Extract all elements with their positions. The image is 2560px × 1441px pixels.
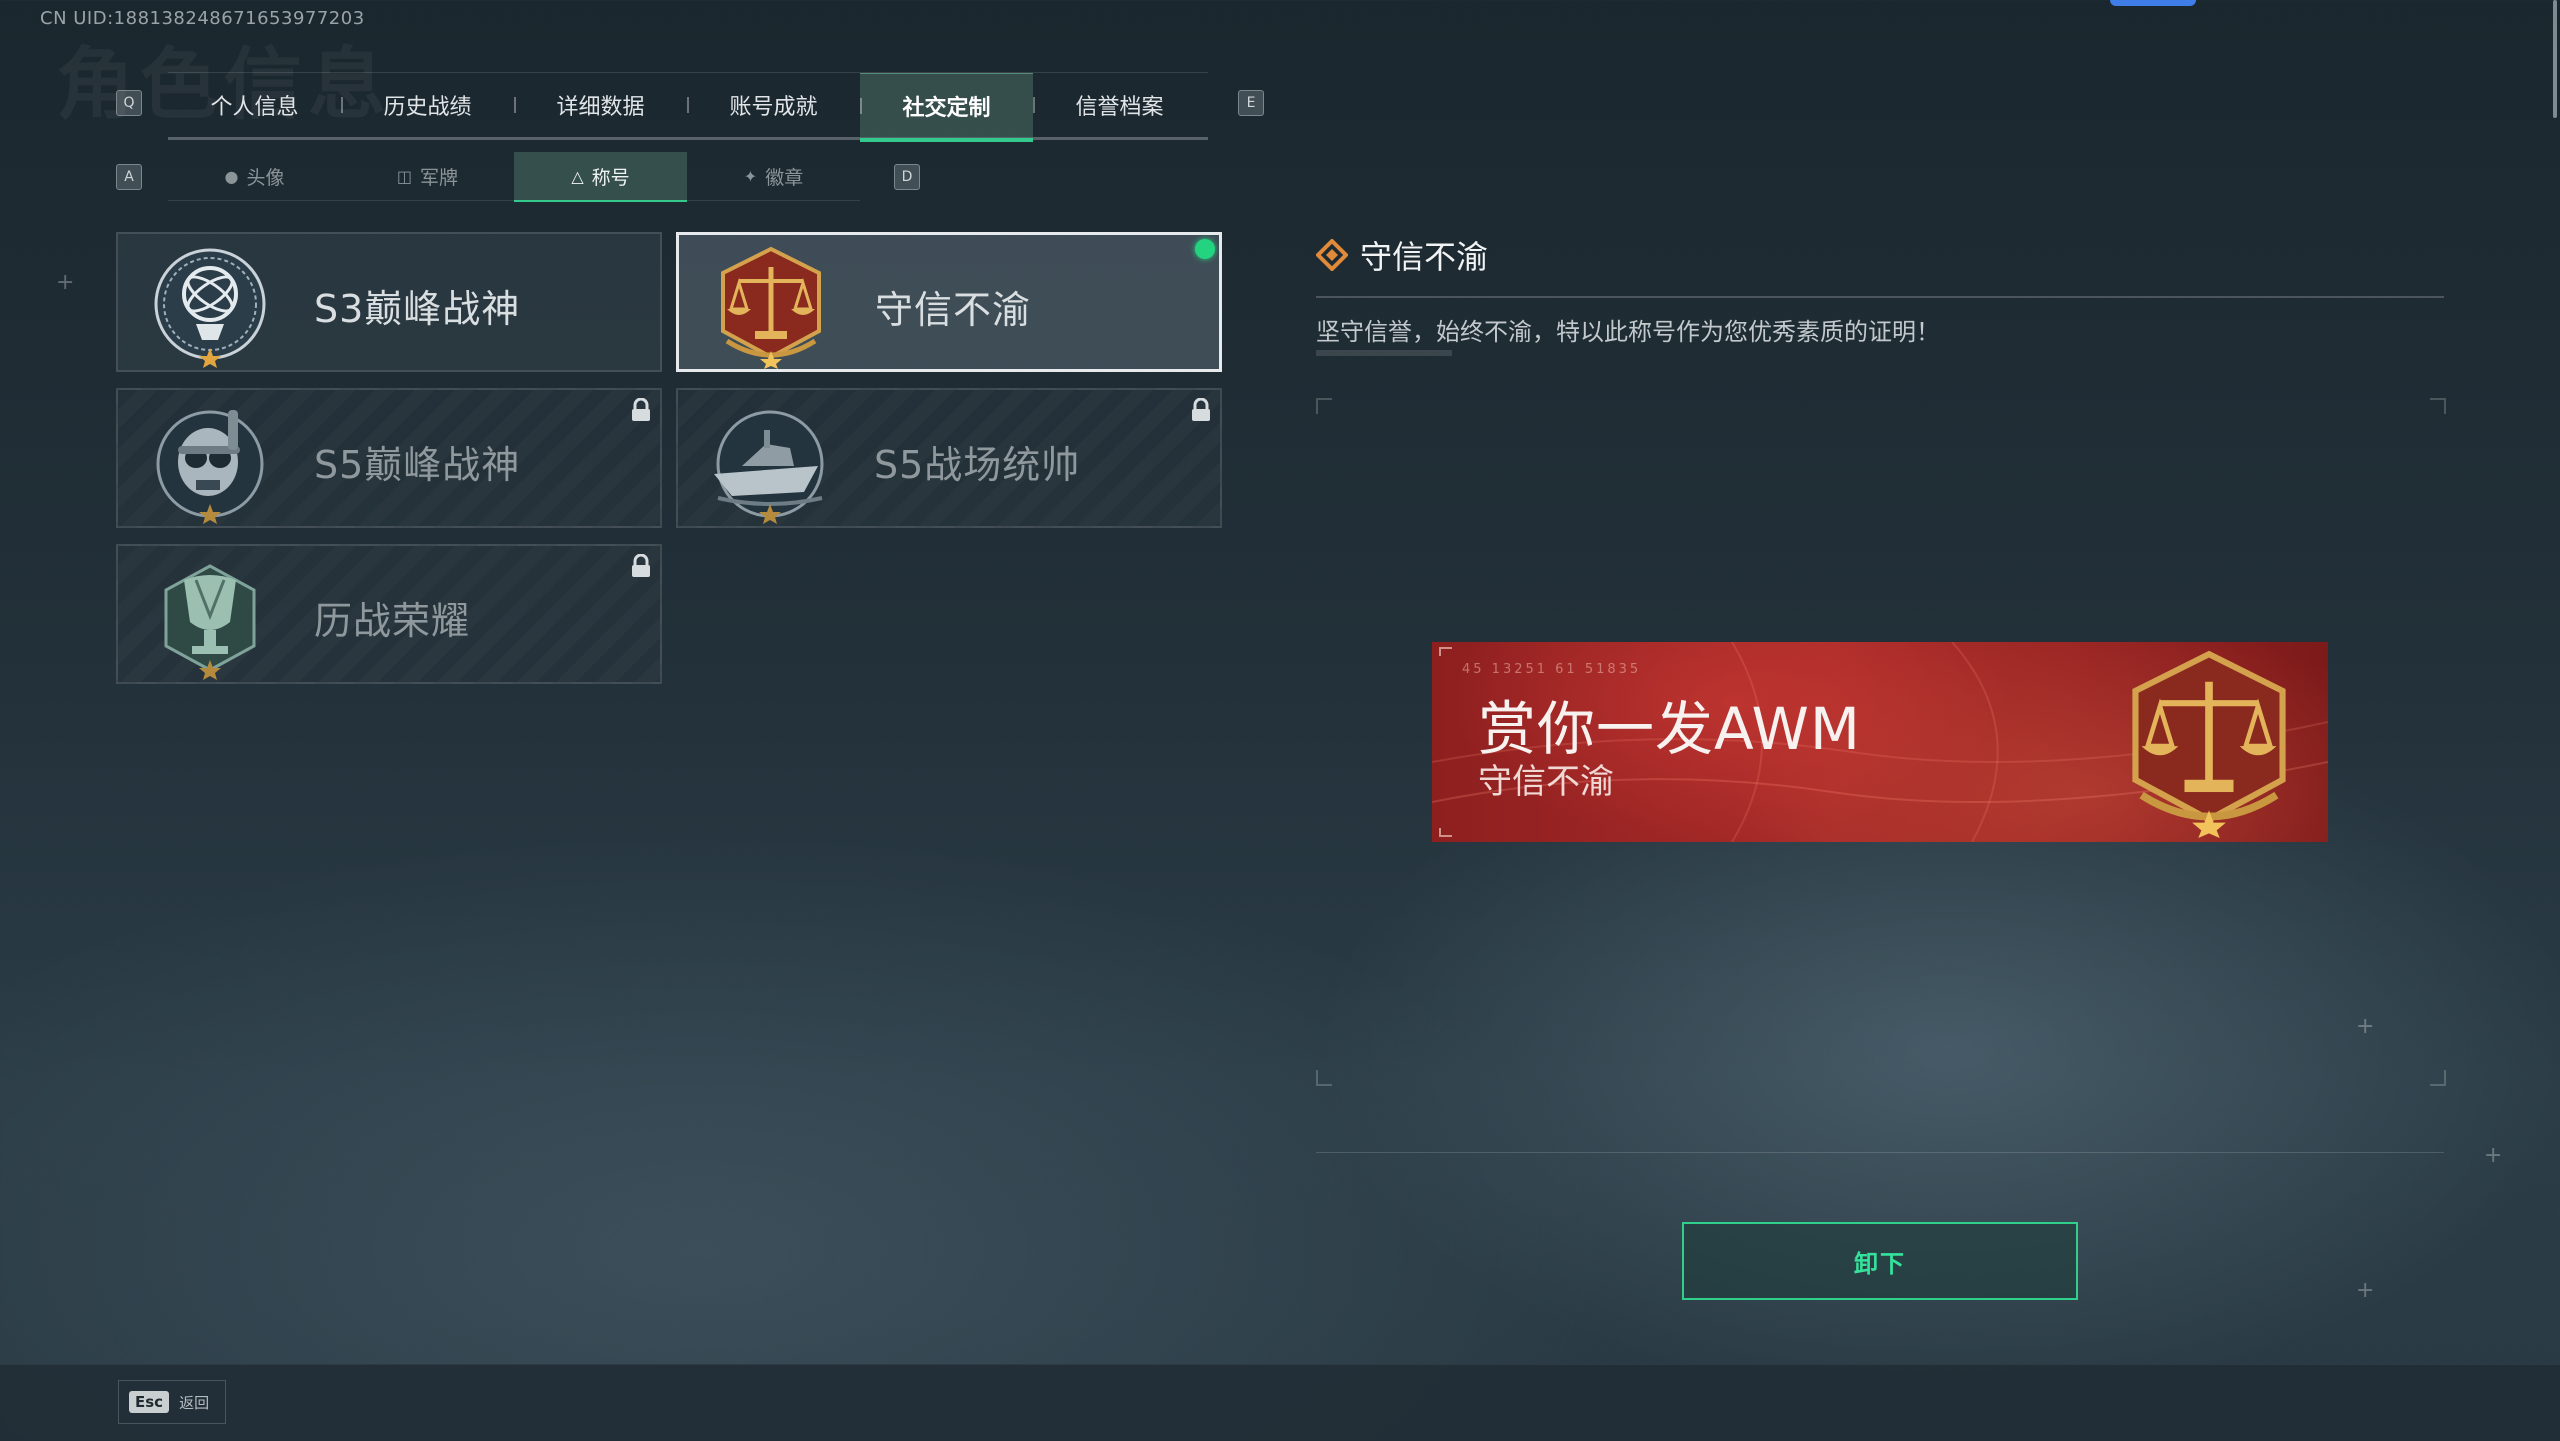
frame-corner (2430, 398, 2446, 414)
next-sub-tab-key[interactable]: D (894, 164, 920, 190)
title-card-label: S5战场统帅 (874, 443, 1081, 487)
title-card-label: 历战荣耀 (314, 599, 471, 643)
prev-sub-tab-key[interactable]: A (116, 164, 142, 190)
frame-corner (1316, 1070, 1332, 1086)
tab-match-history[interactable]: 历史战绩 (341, 73, 514, 137)
tab-personal-info[interactable]: 个人信息 (168, 73, 341, 137)
detail-header: 守信不渝 (1316, 232, 1488, 278)
trophy-emblem-icon (164, 564, 256, 680)
detail-title: 守信不渝 (1360, 238, 1489, 276)
title-card-label: 守信不渝 (875, 288, 1032, 332)
title-card-veteran-glory[interactable]: 历战荣耀 (116, 544, 662, 684)
next-main-tab-key[interactable]: E (1238, 90, 1264, 116)
main-tab-bar: 个人信息 历史战绩 详细数据 账号成就 社交定制 信誉档案 (168, 72, 1208, 142)
scales-emblem-icon (721, 246, 821, 369)
tab-detailed-data[interactable]: 详细数据 (514, 73, 687, 137)
back-label: 返回 (179, 1393, 210, 1412)
unequip-button[interactable]: 卸下 (1682, 1222, 2078, 1300)
equipped-indicator (1195, 239, 1215, 259)
title-card-s3-peak-war-god[interactable]: S3巅峰战神 (116, 232, 662, 372)
title-banner-preview: 45 13251 61 51835 赏你一发AWM 守信不渝 (1432, 642, 2328, 842)
crosshair-decoration: + (2484, 1143, 2503, 1168)
person-icon: ● (224, 166, 239, 186)
title-card-s5-battlefield-commander[interactable]: S5战场统帅 (676, 388, 1222, 528)
footer-bar (0, 1364, 2560, 1441)
title-card-s5-peak-war-god[interactable]: S5巅峰战神 (116, 388, 662, 528)
badge-icon: ✦ (743, 166, 758, 186)
subtab-title[interactable]: △ 称号 (514, 152, 687, 202)
subtab-label: 头像 (246, 166, 285, 189)
crosshair-decoration: + (2356, 1278, 2375, 1303)
back-button[interactable]: Esc 返回 (118, 1380, 226, 1424)
divider (1316, 350, 1452, 356)
sub-tab-bar: ● 头像 ◫ 军牌 △ 称号 ✦ 徽章 (168, 152, 860, 202)
lock-icon (632, 398, 650, 421)
banner-code: 45 13251 61 51835 (1462, 662, 1642, 677)
gyroscope-emblem-icon (154, 248, 266, 368)
title-card-keep-faith[interactable]: 守信不渝 (676, 232, 1222, 372)
title-card-label: S5巅峰战神 (314, 443, 521, 487)
detail-description: 坚守信誉，始终不渝，特以此称号作为您优秀素质的证明！ (1316, 318, 1940, 346)
banner-title: 守信不渝 (1478, 762, 1614, 802)
title-icon: △ (571, 166, 584, 186)
divider (1316, 1152, 2444, 1153)
title-diamond-icon (1316, 239, 1348, 271)
scales-emblem-icon (2132, 650, 2286, 838)
dogtag-icon: ◫ (396, 166, 413, 186)
divider (1316, 296, 2444, 298)
subtab-dogtag[interactable]: ◫ 军牌 (341, 152, 514, 200)
frame-corner (2430, 1070, 2446, 1086)
skull-emblem-icon (156, 410, 264, 524)
subtab-avatar[interactable]: ● 头像 (168, 152, 341, 200)
subtab-badge[interactable]: ✦ 徽章 (687, 152, 860, 200)
subtab-label: 称号 (591, 166, 630, 189)
tab-credit-record[interactable]: 信誉档案 (1033, 73, 1206, 137)
tab-achievements[interactable]: 账号成就 (687, 73, 860, 137)
crosshair-decoration: + (2356, 1014, 2375, 1039)
tab-social-custom[interactable]: 社交定制 (860, 73, 1033, 142)
lock-icon (1192, 398, 1210, 421)
esc-key: Esc (129, 1391, 170, 1413)
title-card-label: S3巅峰战神 (314, 287, 521, 331)
lock-icon (632, 554, 650, 577)
subtab-label: 徽章 (765, 166, 804, 189)
prev-main-tab-key[interactable]: Q (116, 90, 142, 116)
boat-emblem-icon (714, 410, 824, 524)
subtab-label: 军牌 (420, 166, 459, 189)
top-indicator (2110, 0, 2196, 6)
crosshair-decoration: + (56, 270, 75, 295)
frame-corner (1316, 398, 1332, 414)
scrollbar[interactable] (2553, 0, 2557, 118)
